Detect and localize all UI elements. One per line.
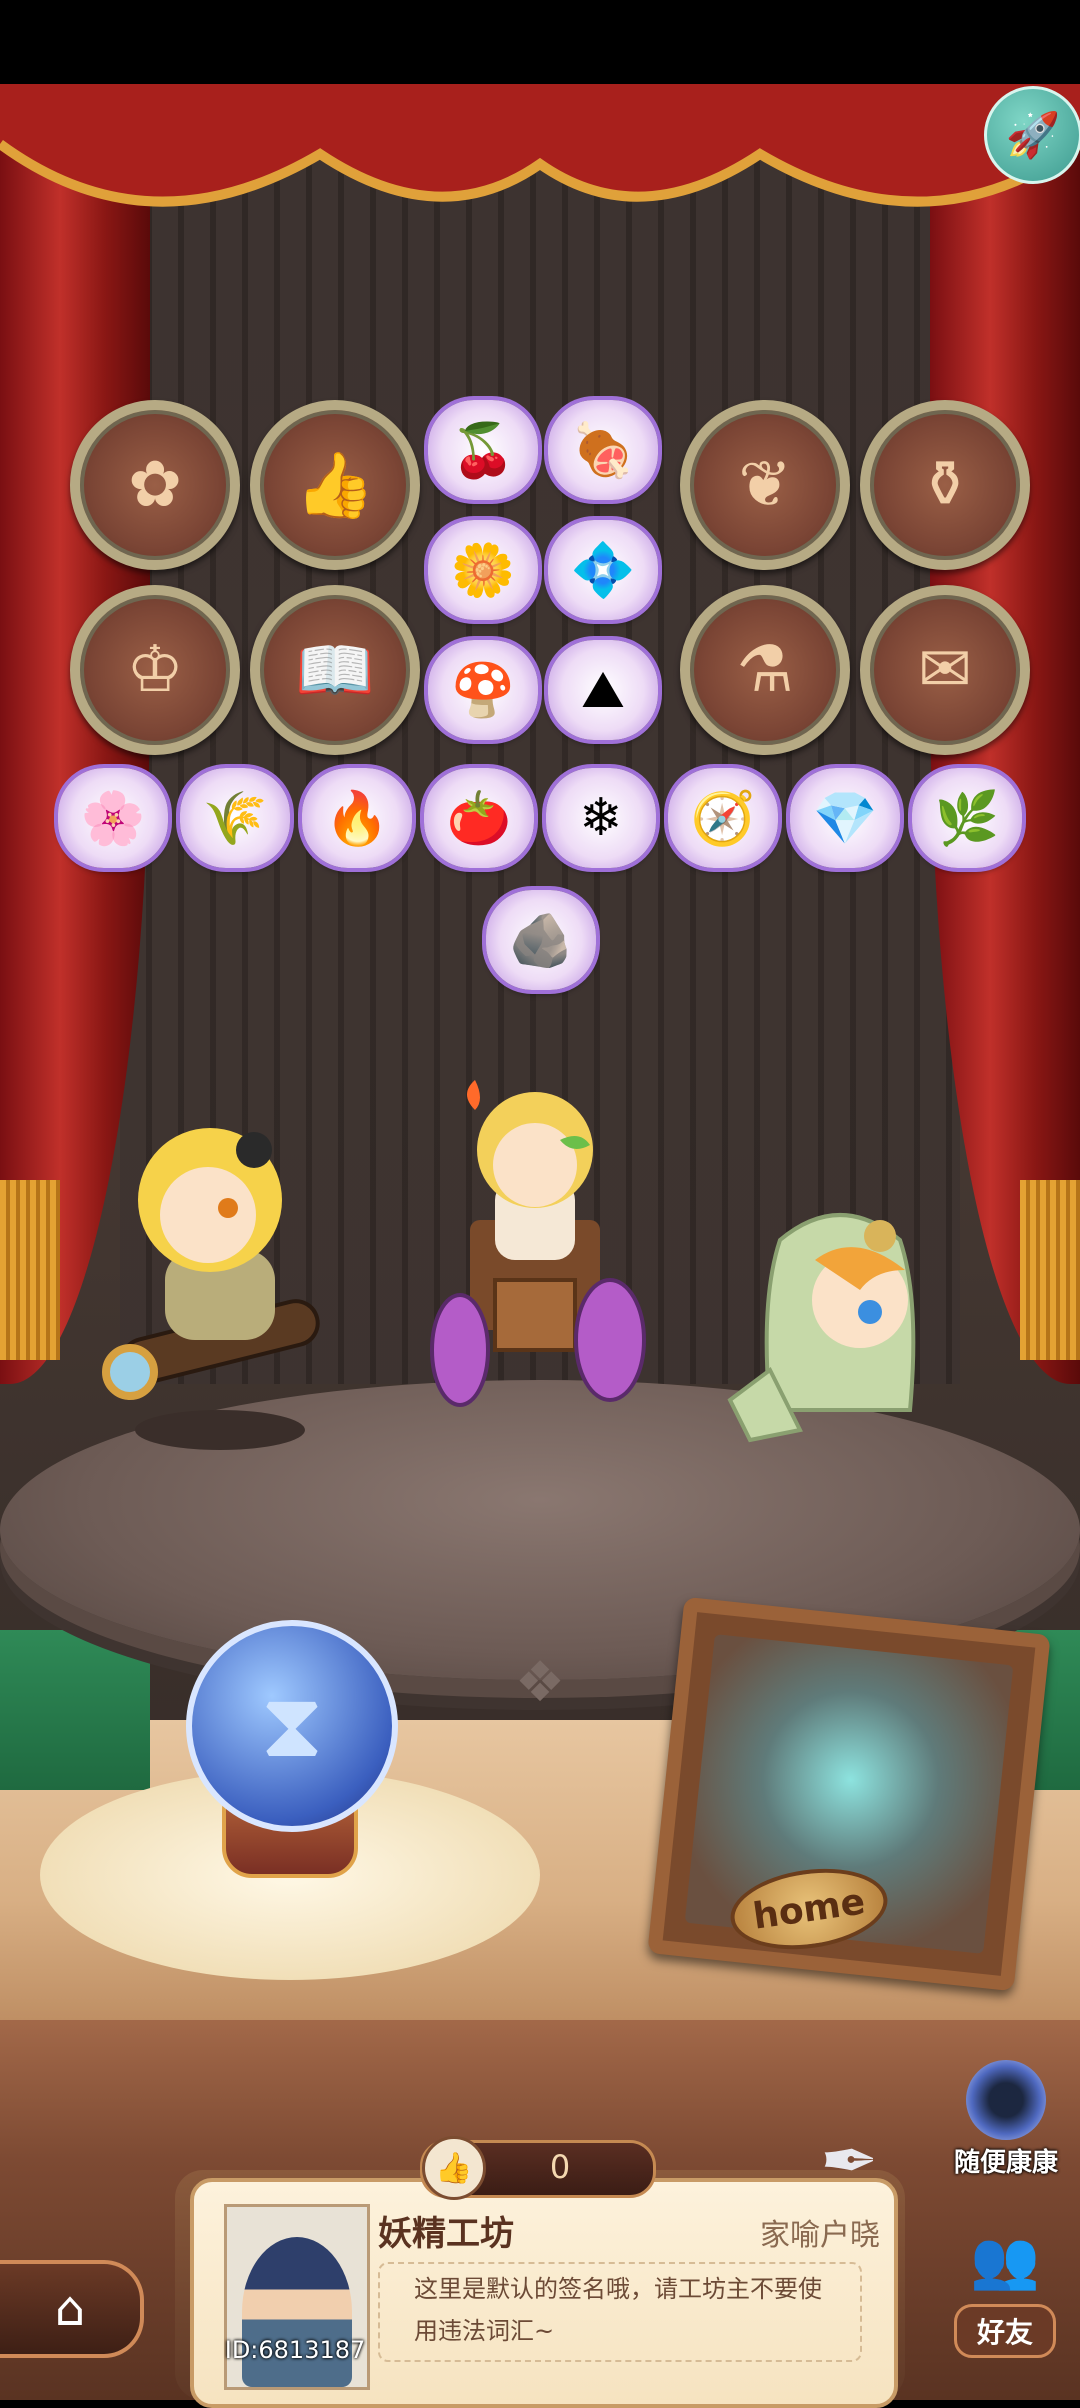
- status-bar: [0, 0, 1080, 84]
- workshop-name: 妖精工坊: [378, 2214, 514, 2254]
- item-tomato[interactable]: 🍅: [424, 768, 534, 868]
- steps-left: [0, 1630, 150, 1790]
- pot-badge[interactable]: ⚗: [680, 585, 850, 755]
- item-dirt-pile[interactable]: ⛰: [548, 640, 658, 740]
- rocket-button[interactable]: 🚀: [984, 86, 1080, 184]
- berries-icon: 🍒: [450, 420, 516, 481]
- scroll-icon: ✉: [918, 633, 972, 707]
- compass-icon: 🧭: [690, 788, 756, 849]
- item-ore[interactable]: 🔥: [302, 768, 412, 868]
- item-herb[interactable]: 🌿: [912, 768, 1022, 868]
- character-hooded-fairy[interactable]: [720, 1200, 960, 1460]
- item-meat[interactable]: 🍖: [548, 400, 658, 500]
- curtain-valance: [0, 84, 1080, 207]
- curtain-fringe-left: [0, 1180, 60, 1360]
- herb-icon: 🌿: [934, 788, 1000, 849]
- item-blue-flower[interactable]: 💠: [548, 520, 658, 620]
- curtain-fringe-right: [1020, 1180, 1080, 1360]
- lily-icon: 🌼: [450, 540, 516, 601]
- pot-icon: ⚗: [736, 633, 794, 707]
- random-visit-label: 随便康康: [953, 2148, 1058, 2178]
- hourglass-button[interactable]: ⧗: [186, 1620, 398, 1832]
- owner-name: 家喻户晓: [760, 2218, 880, 2253]
- thumb-badge[interactable]: 👍: [250, 400, 420, 570]
- book-badge[interactable]: 📖: [250, 585, 420, 755]
- crest-icon: ✿: [128, 448, 182, 522]
- friends-icon: 👥: [970, 2228, 1040, 2293]
- dirt-pile-icon: ⛰: [581, 659, 625, 720]
- home-button[interactable]: ⌂: [0, 2260, 144, 2358]
- signature-text: 这里是默认的签名哦，请工坊主不要使用违法词汇~: [414, 2275, 822, 2345]
- avatar-figure: [242, 2237, 352, 2387]
- item-berries[interactable]: 🍒: [428, 400, 538, 500]
- like-button[interactable]: 👍: [422, 2136, 486, 2200]
- user-id: ID:6813187: [224, 2336, 366, 2364]
- character-wheelchair-fairy[interactable]: [410, 1070, 650, 1410]
- thumb-icon: 👍: [295, 448, 375, 523]
- ornament-badge[interactable]: ❦: [680, 400, 850, 570]
- ore-icon: 🔥: [324, 788, 390, 849]
- stone-shard-icon: 🪨: [508, 910, 574, 971]
- purple-mushroom-icon: 🍄: [450, 660, 516, 721]
- white-flower-icon: 🌸: [80, 788, 146, 849]
- item-compass[interactable]: 🧭: [668, 768, 778, 868]
- ornament-icon: ❦: [738, 448, 792, 522]
- friends-label: 好友: [953, 2304, 1056, 2358]
- item-golden-grain[interactable]: 🌾: [180, 768, 290, 868]
- crest-badge[interactable]: ✿: [70, 400, 240, 570]
- quill-icon[interactable]: ✒: [820, 2120, 910, 2210]
- crystal-icon: 💎: [812, 788, 878, 849]
- home-plate-label: home: [750, 1880, 868, 1938]
- fairy-icon: ♔: [126, 633, 184, 707]
- item-crystal[interactable]: 💎: [790, 768, 900, 868]
- salt-icon: ❄: [579, 788, 623, 848]
- hourglass-icon: ⧗: [260, 1673, 324, 1778]
- random-visit-button[interactable]: 随便康康: [946, 2060, 1066, 2178]
- item-salt[interactable]: ❄: [546, 768, 656, 868]
- cauldron-icon: ⚱: [918, 448, 972, 522]
- tomato-icon: 🍅: [446, 788, 512, 849]
- golden-grain-icon: 🌾: [202, 788, 268, 849]
- character-telescope-fairy[interactable]: [90, 1110, 330, 1450]
- meat-icon: 🍖: [570, 420, 636, 481]
- platform-ornament-icon: ❖: [514, 1650, 566, 1715]
- cauldron-badge[interactable]: ⚱: [860, 400, 1030, 570]
- book-icon: 📖: [295, 633, 375, 708]
- friends-button[interactable]: 👥 好友: [930, 2220, 1080, 2370]
- fairy-badge[interactable]: ♔: [70, 585, 240, 755]
- blue-flower-icon: 💠: [570, 540, 636, 601]
- like-count: 0: [549, 2148, 571, 2186]
- item-stone-shard[interactable]: 🪨: [486, 890, 596, 990]
- item-purple-mushroom[interactable]: 🍄: [428, 640, 538, 740]
- portal-icon: [966, 2060, 1046, 2140]
- rocket-icon: 🚀: [1005, 110, 1061, 161]
- thumbs-up-icon: 👍: [435, 2150, 473, 2186]
- home-icon: ⌂: [54, 2281, 86, 2337]
- item-lily[interactable]: 🌼: [428, 520, 538, 620]
- scroll-badge[interactable]: ✉: [860, 585, 1030, 755]
- item-white-flower[interactable]: 🌸: [58, 768, 168, 868]
